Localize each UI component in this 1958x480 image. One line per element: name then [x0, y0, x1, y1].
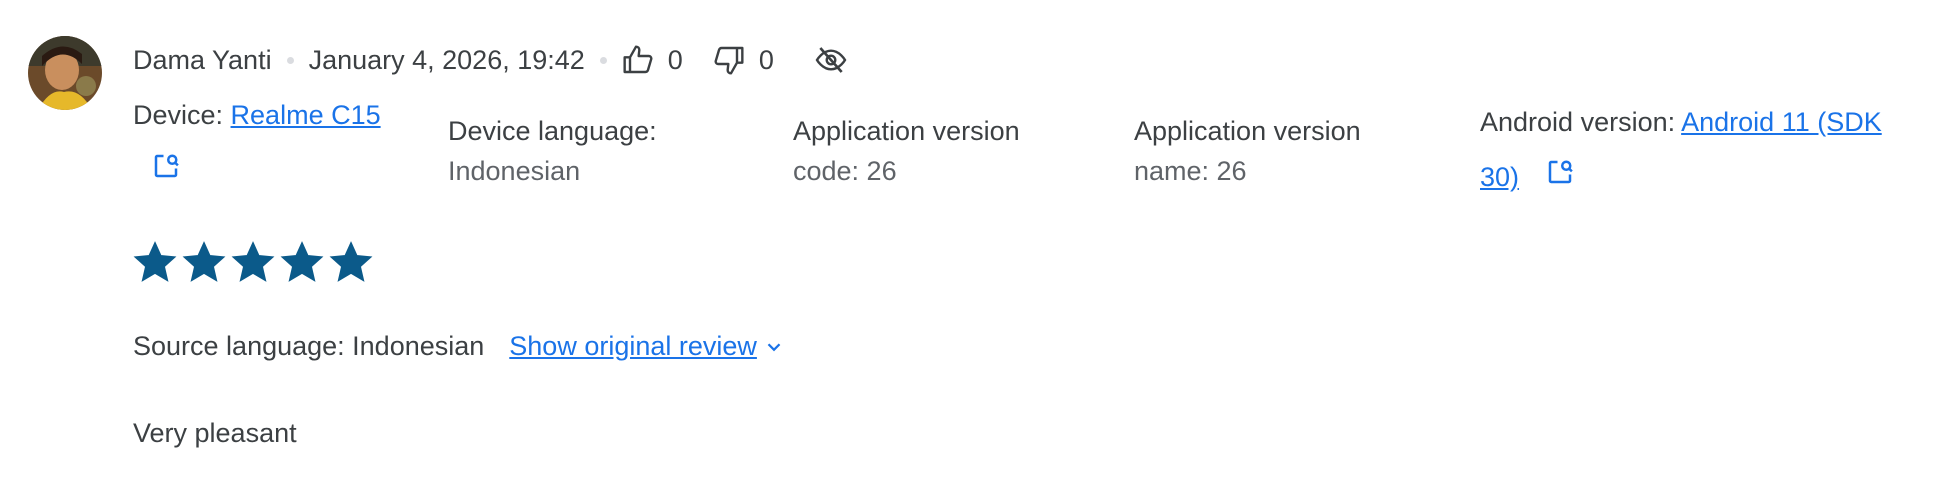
device-info: Device: Realme C15 [133, 95, 381, 192]
source-language-line: Source language: Indonesian Show origina… [133, 331, 785, 362]
review-text: Very pleasant [133, 418, 297, 448]
app-version-code-label: Application version [793, 116, 1020, 146]
star-filled-icon [182, 241, 226, 282]
avatar [28, 36, 102, 110]
show-original-button[interactable]: Show original review [509, 331, 785, 362]
device-language-info: Device language: Indonesian [448, 111, 657, 191]
star-filled-icon [231, 241, 275, 282]
thumbs-up-icon [623, 45, 653, 74]
thumbs-down-button[interactable]: 0 [713, 44, 774, 76]
chevron-down-icon [767, 342, 781, 351]
thumbs-up-button[interactable]: 0 [622, 44, 683, 76]
user-avatar-photo [28, 36, 102, 110]
eye-off-icon [815, 47, 847, 73]
device-link[interactable]: Realme C15 [231, 100, 381, 130]
star-filled-icon [280, 241, 324, 282]
android-version-label: Android version: [1480, 107, 1682, 137]
app-version-code-value: code: 26 [793, 156, 897, 186]
star-filled-icon [133, 241, 177, 282]
thumbs-down-icon [714, 46, 744, 75]
hide-review-button[interactable] [814, 44, 848, 76]
app-version-name-label: Application version [1134, 116, 1361, 146]
source-language-label: Source language: Indonesian [133, 331, 485, 361]
review-date: January 4, 2026, 19:42 [308, 44, 585, 75]
separator-dot [599, 56, 607, 64]
device-language-value: Indonesian [448, 156, 581, 186]
show-original-link[interactable]: Show original review [509, 331, 757, 362]
star-filled-icon [329, 241, 373, 282]
review-header: Dama Yanti January 4, 2026, 19:42 0 0 [133, 40, 848, 80]
android-version-info: Android version: Android 11 (SDK 30) [1480, 95, 1882, 206]
open-in-new-icon[interactable] [1545, 151, 1575, 206]
device-label: Device: [133, 100, 231, 130]
thumbs-down-count: 0 [758, 44, 774, 75]
app-version-code-info: Application version code: 26 [793, 111, 1020, 191]
app-version-name-value: name: 26 [1134, 156, 1247, 186]
android-version-link[interactable]: Android 11 (SDK [1681, 107, 1882, 137]
open-in-new-icon[interactable] [151, 151, 181, 192]
app-version-name-info: Application version name: 26 [1134, 111, 1361, 191]
thumbs-up-count: 0 [667, 44, 683, 75]
device-language-label: Device language: [448, 116, 657, 146]
star-rating [133, 240, 373, 284]
android-version-link-cont[interactable]: 30) [1480, 162, 1519, 192]
separator-dot [286, 56, 294, 64]
reviewer-name: Dama Yanti [133, 44, 272, 75]
